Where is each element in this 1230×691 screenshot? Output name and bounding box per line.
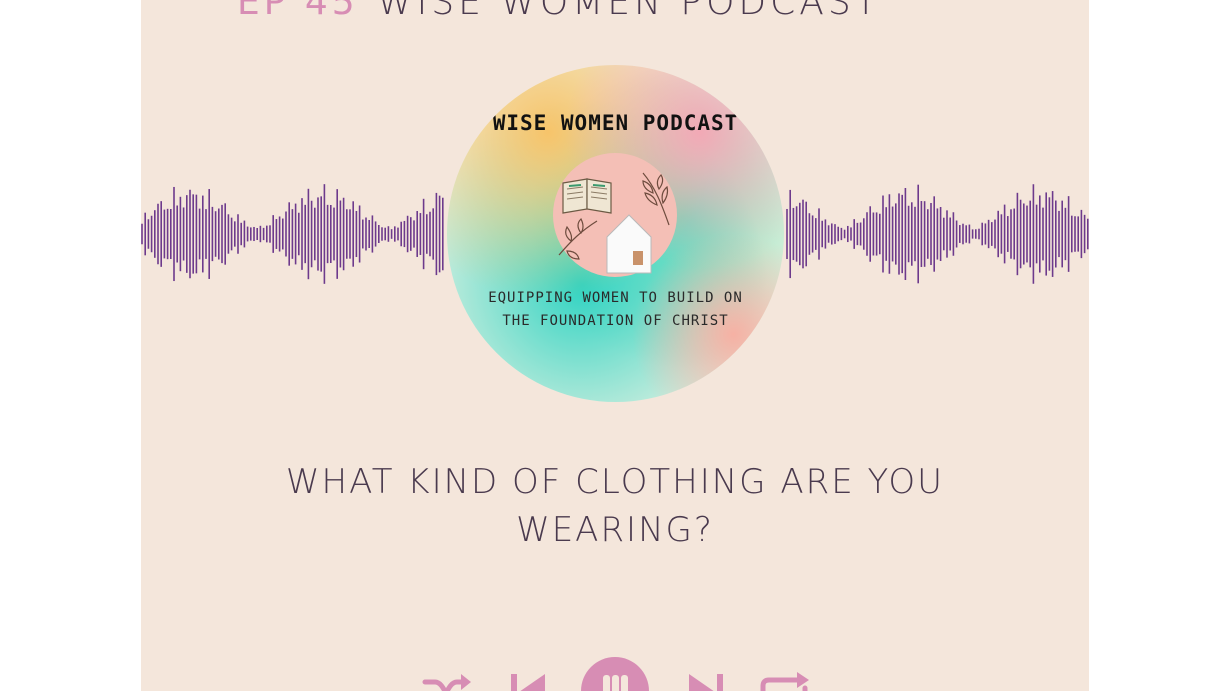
- show-title: WISE WOMEN PODCAST: [377, 0, 881, 23]
- episode-number: EP 45: [237, 0, 359, 23]
- open-bible-icon: [562, 178, 612, 214]
- episode-card: EP 45 WISE WOMEN PODCAST WISE WOMEN PODC…: [141, 0, 1089, 691]
- podcast-cover-art: WISE WOMEN PODCAST EQUIPPING WOMEN TO BU…: [447, 65, 784, 402]
- audio-waveform-right: [786, 184, 1089, 284]
- shuffle-icon[interactable]: [421, 668, 473, 691]
- cover-tagline-line1: EQUIPPING WOMEN TO BUILD ON: [488, 290, 743, 306]
- repeat-icon[interactable]: [757, 668, 811, 691]
- pause-button[interactable]: [581, 657, 649, 691]
- episode-title: WHAT KIND OF CLOTHING ARE YOU WEARING?: [285, 462, 945, 550]
- cover-title: WISE WOMEN PODCAST: [492, 111, 739, 135]
- episode-header: EP 45 WISE WOMEN PODCAST: [141, 0, 1089, 23]
- cover-tagline: EQUIPPING WOMEN TO BUILD ON THE FOUNDATI…: [477, 287, 754, 333]
- cover-tagline-line2: THE FOUNDATION OF CHRIST: [502, 313, 729, 329]
- audio-waveform-left: [141, 184, 444, 284]
- player-controls: [141, 650, 1089, 691]
- pause-icon: [603, 675, 628, 691]
- previous-track-icon[interactable]: [509, 672, 547, 691]
- next-track-icon[interactable]: [687, 672, 725, 691]
